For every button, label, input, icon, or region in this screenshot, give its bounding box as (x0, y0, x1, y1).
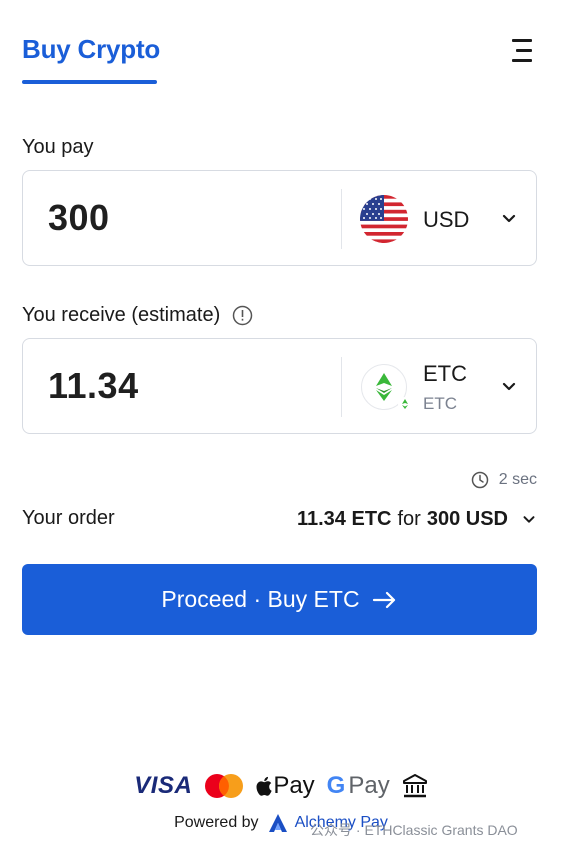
order-label: Your order (22, 507, 115, 529)
proceed-buy-button[interactable]: Proceed · Buy ETC (22, 564, 537, 635)
chevron-down-icon (499, 208, 519, 228)
header: Buy Crypto (0, 0, 562, 90)
usd-flag-icon (360, 195, 408, 243)
payment-methods: VISA Pay G Pay (0, 770, 562, 802)
pay-amount-input[interactable]: 300 (48, 197, 110, 239)
you-receive-label: You receive (estimate) (22, 304, 221, 326)
order-summary-toggle[interactable]: 11.34 ETC for 300 USD (297, 505, 538, 533)
receive-amount-value: 11.34 (48, 365, 139, 406)
timer-value: 2 sec (498, 471, 537, 488)
etc-coin-icon (361, 364, 412, 411)
receive-currency-network: ETC (423, 394, 457, 413)
order-receive-amount: 11.34 ETC (296, 507, 392, 530)
order-connector: for (397, 507, 421, 530)
chevron-down-icon (499, 376, 519, 396)
order-row: Your order 11.34 ETC for 300 USD (22, 505, 538, 533)
proceed-button-label: Proceed · Buy ETC (161, 586, 360, 612)
tab-buy-crypto[interactable]: Buy Crypto (22, 34, 160, 65)
pay-currency-code: USD (423, 207, 470, 232)
google-pay-logo: G Pay (326, 772, 390, 799)
hamburger-menu-icon[interactable] (504, 36, 536, 66)
receive-currency-code: ETC (423, 361, 467, 386)
pay-currency-select[interactable]: USD (343, 171, 537, 265)
chevron-down-icon (523, 516, 535, 523)
info-icon[interactable] (232, 305, 253, 326)
pay-field: 300 USD (22, 170, 537, 266)
apple-pay-logo: Pay (256, 772, 315, 800)
powered-by-label: Powered by (174, 814, 259, 831)
watermark-text: 公众号 · ETHClassic Grants DAO (310, 822, 518, 838)
quote-timer: 2 sec (471, 470, 537, 490)
visa-logo: VISA (134, 772, 193, 799)
mastercard-logo (204, 773, 244, 799)
receive-currency-select[interactable]: ETC ETC (343, 339, 537, 433)
field-divider (341, 189, 342, 249)
clock-icon (471, 471, 488, 489)
bank-icon (402, 773, 428, 799)
you-pay-label: You pay (22, 136, 94, 158)
arrow-right-icon (372, 591, 395, 608)
field-divider (341, 357, 342, 417)
tab-active-indicator (22, 80, 157, 84)
order-pay-amount: 300 USD (426, 507, 508, 530)
receive-field: 11.34 ETC ETC (22, 338, 537, 434)
